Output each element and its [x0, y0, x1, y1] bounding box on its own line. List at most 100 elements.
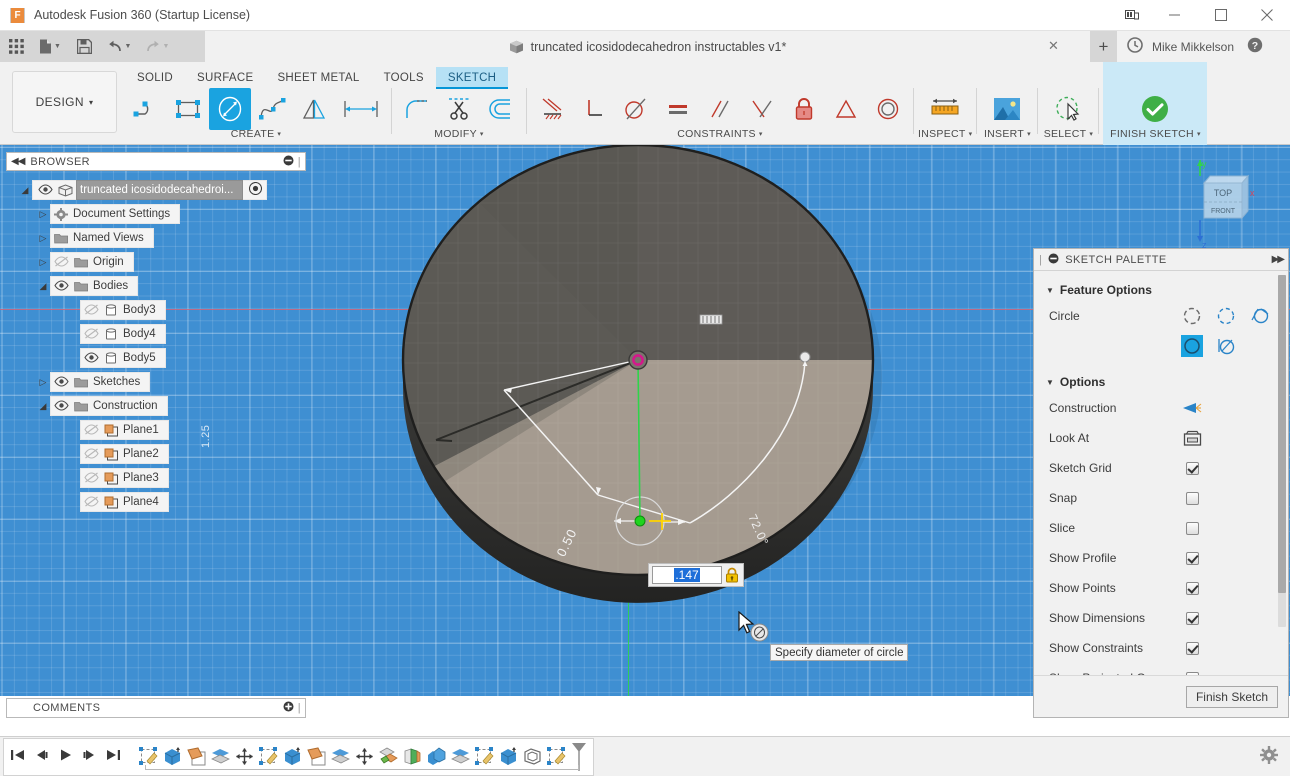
diameter-input[interactable]: .147	[652, 566, 722, 584]
expand-right-icon[interactable]: ▶▶	[1272, 254, 1283, 265]
panel-insert-label[interactable]: INSERT ▾	[984, 128, 1031, 140]
sketch-trim-tool[interactable]	[438, 88, 480, 130]
panel-finish-sketch-label[interactable]: FINISH SKETCH ▾	[1110, 128, 1201, 140]
palette-scrollbar[interactable]	[1278, 275, 1286, 627]
browser-item-named-views[interactable]: ▷ Named Views	[6, 228, 306, 248]
constraint-parallel-tool[interactable]	[699, 88, 741, 130]
look-at-icon[interactable]	[1181, 427, 1203, 449]
visibility-eye-off-icon[interactable]	[84, 328, 99, 340]
document-tab[interactable]: truncated icosidodecahedron instructable…	[205, 31, 1090, 62]
resize-grip-icon[interactable]: |	[298, 702, 301, 714]
constraint-coincident-tool[interactable]	[531, 88, 573, 130]
two-point-circle-icon[interactable]	[1215, 305, 1237, 327]
maximize-icon[interactable]	[1198, 0, 1244, 31]
constraint-concentric-tool[interactable]	[867, 88, 909, 130]
close-icon[interactable]	[1244, 0, 1290, 31]
gear-icon[interactable]	[1260, 746, 1278, 767]
restore-window-icon[interactable]	[1112, 0, 1152, 31]
inspect-measure-tool[interactable]	[919, 88, 971, 130]
sketch-fillet-tool[interactable]	[396, 88, 438, 130]
show-points-checkbox[interactable]	[1186, 582, 1199, 595]
browser-item-document-settings[interactable]: ▷ Document Settings	[6, 204, 306, 224]
construction-geometry-icon[interactable]	[1181, 397, 1203, 419]
new-tab-button[interactable]: +	[1090, 31, 1117, 62]
snap-checkbox[interactable]	[1186, 492, 1199, 505]
save-icon[interactable]	[68, 31, 100, 62]
new-document-icon[interactable]: ▼	[32, 31, 68, 62]
browser-item-body4[interactable]: Body4	[6, 324, 306, 344]
sketch-grid-checkbox[interactable]	[1186, 462, 1199, 475]
browser-item-bodies[interactable]: ◢ Bodies	[6, 276, 306, 296]
timeline-go-end-button[interactable]	[106, 748, 121, 765]
sketch-spline-tool[interactable]	[251, 88, 293, 130]
collapse-left-icon[interactable]: ◀◀	[11, 156, 24, 167]
sketch-line-tool[interactable]	[125, 88, 167, 130]
view-cube[interactable]: TOP FRONT y z x	[1180, 158, 1268, 250]
select-lasso-tool[interactable]	[1042, 88, 1094, 130]
three-tangent-circle-icon[interactable]	[1215, 335, 1237, 357]
user-name-label[interactable]: Mike Mikkelson	[1152, 40, 1234, 54]
sketch-circle-tool[interactable]	[209, 88, 251, 130]
two-tangent-circle-icon[interactable]	[1181, 335, 1203, 357]
browser-item-origin[interactable]: ▷ Origin	[6, 252, 306, 272]
palette-row-sketch-grid[interactable]: Sketch Grid	[1034, 453, 1288, 483]
activate-component-icon[interactable]	[249, 182, 262, 198]
timeline-step-back-button[interactable]	[34, 748, 49, 765]
minus-circle-icon[interactable]	[283, 155, 294, 169]
close-icon[interactable]: ✕	[1047, 40, 1060, 53]
center-diameter-circle-icon[interactable]	[1181, 305, 1203, 327]
chevron-down-icon[interactable]: ▼	[163, 43, 170, 50]
visibility-eye-icon[interactable]	[84, 352, 99, 364]
browser-item-plane3[interactable]: Plane3	[6, 468, 306, 488]
browser-item-construction[interactable]: ◢ Construction	[6, 396, 306, 416]
sketch-dimension-tool[interactable]	[335, 88, 387, 130]
constraint-equal-tool[interactable]	[657, 88, 699, 130]
finish-sketch-tool[interactable]	[1129, 88, 1181, 130]
visibility-eye-icon[interactable]	[54, 400, 69, 412]
panel-finish-sketch[interactable]: FINISH SKETCH ▾	[1103, 62, 1207, 145]
tab-sketch[interactable]: SKETCH	[436, 67, 508, 89]
visibility-eye-off-icon[interactable]	[84, 304, 99, 316]
visibility-eye-icon[interactable]	[54, 280, 69, 292]
constraint-tangent-tool[interactable]	[615, 88, 657, 130]
sketch-rectangle-tool[interactable]	[167, 88, 209, 130]
panel-create-label[interactable]: CREATE ▾	[231, 128, 281, 140]
expand-arrow-icon[interactable]: ▷	[36, 252, 50, 272]
show-constraints-checkbox[interactable]	[1186, 642, 1199, 655]
sketch-palette-header[interactable]: | SKETCH PALETTE ▶▶	[1034, 249, 1288, 271]
resize-grip-icon[interactable]: |	[1039, 254, 1042, 266]
help-icon[interactable]: ?	[1247, 37, 1263, 56]
plus-circle-icon[interactable]	[283, 701, 294, 715]
browser-item-body5[interactable]: Body5	[6, 348, 306, 368]
timeline-step-forward-button[interactable]	[82, 748, 97, 765]
panel-select-label[interactable]: SELECT ▾	[1044, 128, 1093, 140]
dimension-lock-icon[interactable]	[725, 567, 739, 583]
browser-item-body3[interactable]: Body3	[6, 300, 306, 320]
palette-row-show-dimensions[interactable]: Show Dimensions	[1034, 603, 1288, 633]
constraint-midpoint-tool[interactable]	[825, 88, 867, 130]
sketch-mirror-tool[interactable]	[293, 88, 335, 130]
slice-checkbox[interactable]	[1186, 522, 1199, 535]
chevron-down-icon[interactable]: ▼	[125, 43, 132, 50]
browser-item-plane4[interactable]: Plane4	[6, 492, 306, 512]
constraint-perpendicular-tool[interactable]	[573, 88, 615, 130]
palette-row-show-constraints[interactable]: Show Constraints	[1034, 633, 1288, 663]
chevron-down-icon[interactable]: ▼	[54, 43, 61, 50]
show-profile-checkbox[interactable]	[1186, 552, 1199, 565]
browser-item-label[interactable]: truncated icosidodecahedroi...	[76, 180, 243, 200]
expand-arrow-icon[interactable]: ▷	[36, 204, 50, 224]
panel-inspect-label[interactable]: INSPECT ▾	[918, 128, 972, 140]
palette-row-show-points[interactable]: Show Points	[1034, 573, 1288, 603]
visibility-eye-off-icon[interactable]	[84, 448, 99, 460]
insert-canvas-tool[interactable]	[981, 88, 1033, 130]
palette-row-slice[interactable]: Slice	[1034, 513, 1288, 543]
finish-sketch-button[interactable]: Finish Sketch	[1186, 686, 1278, 708]
panel-constraints-label[interactable]: CONSTRAINTS ▾	[677, 128, 762, 140]
visibility-eye-icon[interactable]	[54, 376, 69, 388]
app-grid-icon[interactable]	[0, 31, 32, 62]
visibility-eye-icon[interactable]	[38, 184, 53, 196]
expand-arrow-icon[interactable]: ▷	[36, 228, 50, 248]
visibility-eye-off-icon[interactable]	[54, 256, 69, 268]
undo-icon[interactable]: ▼	[100, 31, 138, 62]
palette-row-snap[interactable]: Snap	[1034, 483, 1288, 513]
